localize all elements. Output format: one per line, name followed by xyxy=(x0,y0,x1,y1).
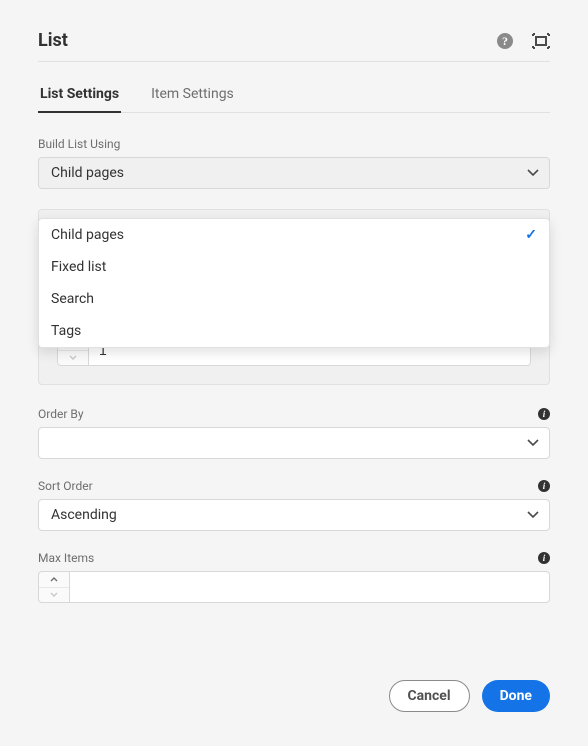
cancel-button[interactable]: Cancel xyxy=(389,680,470,712)
sort-order-value: Ascending xyxy=(51,507,117,523)
build-list-dropdown: Child pages ✓ Fixed list Search Tags xyxy=(38,218,550,348)
tab-list-settings[interactable]: List Settings xyxy=(38,76,121,112)
dropdown-option-fixed-list[interactable]: Fixed list xyxy=(39,251,549,283)
sort-order-label: Sort Order xyxy=(38,479,93,493)
chevron-down-icon xyxy=(527,165,539,181)
chevron-down-icon xyxy=(527,507,539,523)
help-icon[interactable]: ? xyxy=(496,32,514,50)
stepper-down-icon[interactable] xyxy=(39,588,69,603)
svg-text:?: ? xyxy=(502,34,508,48)
done-button[interactable]: Done xyxy=(482,680,550,712)
info-icon[interactable]: i xyxy=(538,480,550,492)
info-icon[interactable]: i xyxy=(538,552,550,564)
build-list-label: Build List Using xyxy=(38,137,550,151)
max-items-input[interactable] xyxy=(70,571,550,603)
sort-order-select[interactable]: Ascending xyxy=(38,499,550,531)
build-list-select[interactable]: Child pages xyxy=(38,157,550,189)
info-icon[interactable]: i xyxy=(538,408,550,420)
dropdown-option-child-pages[interactable]: Child pages ✓ xyxy=(39,219,549,251)
tab-item-settings[interactable]: Item Settings xyxy=(149,76,236,112)
chevron-down-icon xyxy=(527,435,539,451)
dialog-title: List xyxy=(38,30,68,51)
tabs: List Settings Item Settings xyxy=(38,76,550,113)
order-by-select[interactable] xyxy=(38,427,550,459)
order-by-label: Order By xyxy=(38,407,84,421)
max-items-label: Max Items xyxy=(38,551,94,565)
dropdown-option-tags[interactable]: Tags xyxy=(39,315,549,347)
fullscreen-icon[interactable] xyxy=(532,32,550,50)
dropdown-option-label: Tags xyxy=(51,323,81,339)
dropdown-option-search[interactable]: Search xyxy=(39,283,549,315)
max-items-stepper[interactable] xyxy=(38,571,70,603)
dropdown-option-label: Fixed list xyxy=(51,259,106,275)
checkmark-icon: ✓ xyxy=(525,227,537,243)
dropdown-option-label: Child pages xyxy=(51,227,124,243)
build-list-value: Child pages xyxy=(51,165,124,181)
stepper-up-icon[interactable] xyxy=(39,572,69,588)
dropdown-option-label: Search xyxy=(51,291,94,307)
stepper-down-icon[interactable] xyxy=(58,351,88,366)
